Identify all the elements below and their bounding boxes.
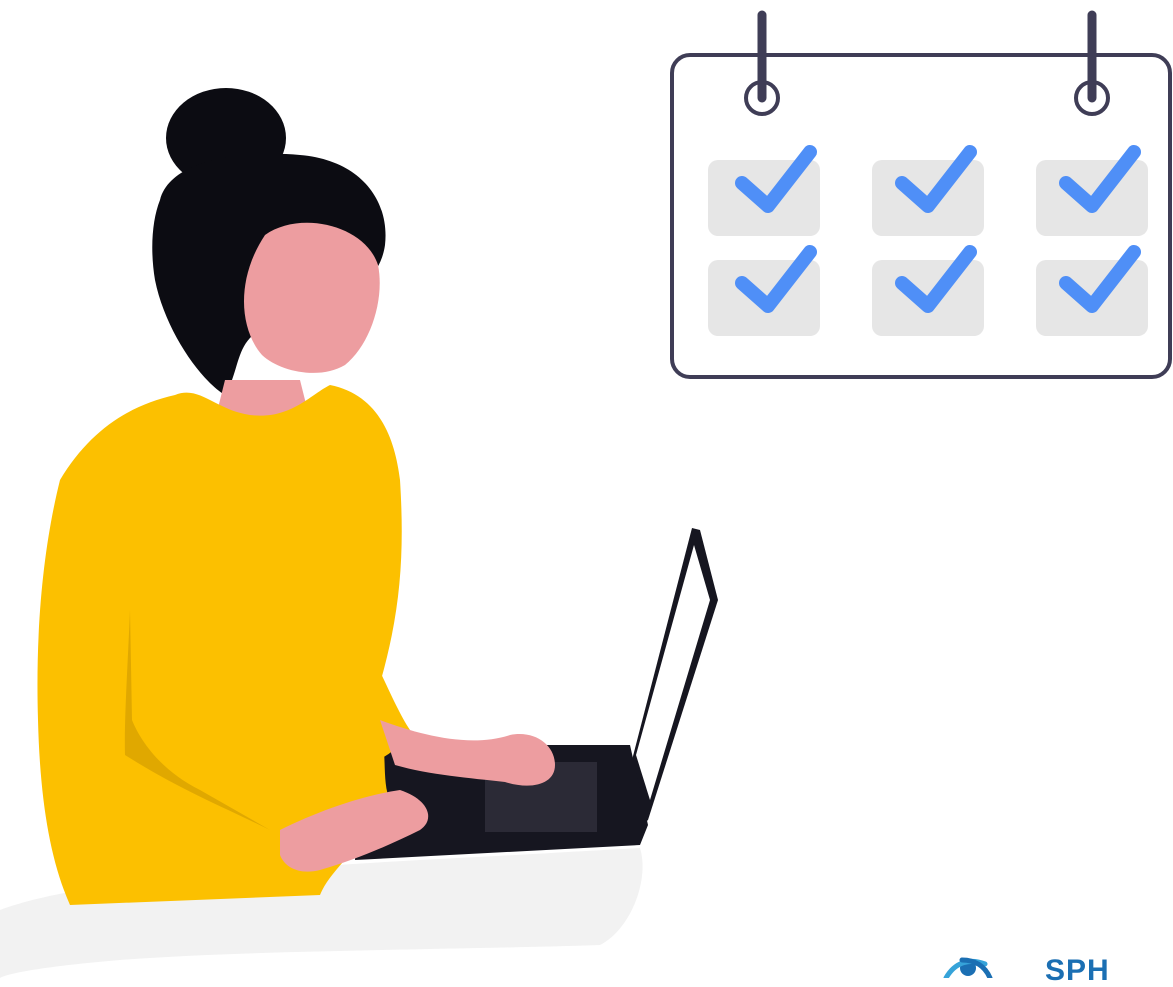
logo-text: SPH <box>1045 954 1110 987</box>
face <box>243 222 380 373</box>
sph-logo-mark-icon <box>943 957 993 978</box>
calendar <box>670 10 1172 379</box>
laptop-screen-face <box>636 545 710 800</box>
illustration-scene <box>0 10 1172 978</box>
